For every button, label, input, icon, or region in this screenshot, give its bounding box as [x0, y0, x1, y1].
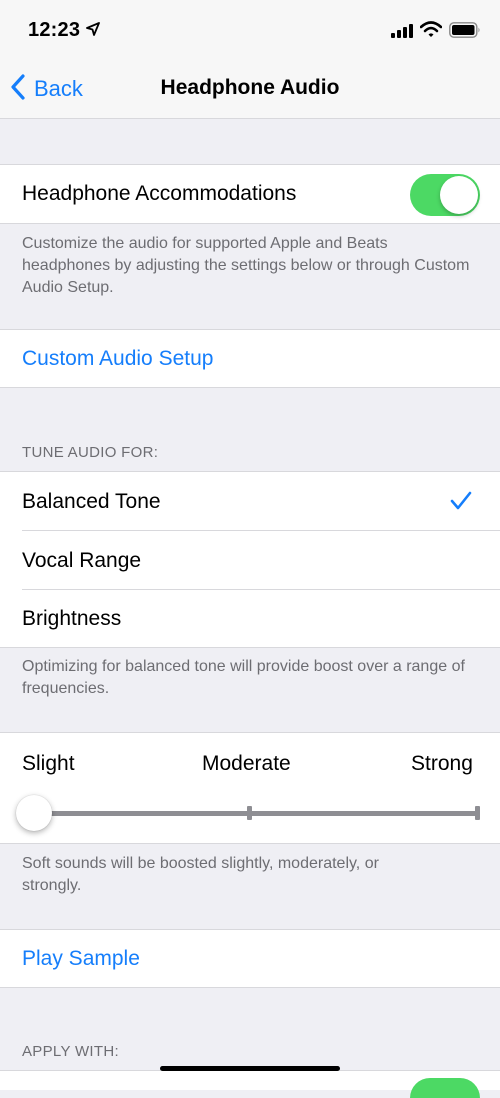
home-indicator[interactable]	[160, 1066, 340, 1071]
option-label: Vocal Range	[22, 549, 142, 572]
slider-tick-strong	[475, 806, 480, 820]
boost-slider-row: Slight Moderate Strong	[0, 732, 500, 844]
headphone-accommodations-row: Headphone Accommodations	[0, 164, 500, 224]
option-vocal-range[interactable]: Vocal Range	[0, 531, 500, 589]
play-sample-row[interactable]: Play Sample	[0, 929, 500, 988]
accommodations-footer: Customize the audio for supported Apple …	[22, 235, 470, 296]
status-time: 12:23	[28, 19, 81, 41]
status-bar: 12:23	[0, 0, 500, 60]
option-brightness[interactable]: Brightness	[0, 590, 500, 648]
headphone-accommodations-label: Headphone Accommodations	[22, 182, 297, 205]
cellular-signal-icon	[391, 24, 413, 43]
boost-footer: Soft sounds will be boosted slightly, mo…	[22, 855, 379, 894]
headphone-accommodations-toggle[interactable]	[410, 174, 480, 216]
page-title: Headphone Audio	[160, 76, 340, 99]
slider-track[interactable]	[34, 811, 480, 816]
checkmark-icon	[450, 491, 472, 516]
location-arrow-icon	[86, 22, 100, 41]
option-label: Brightness	[22, 607, 122, 630]
apply-with-toggle[interactable]	[410, 1078, 480, 1098]
custom-audio-setup-label: Custom Audio Setup	[22, 347, 214, 370]
option-balanced-tone[interactable]: Balanced Tone	[0, 472, 500, 530]
slider-label-slight: Slight	[22, 752, 75, 775]
option-label: Balanced Tone	[22, 490, 161, 513]
tune-footer: Optimizing for balanced tone will provid…	[22, 658, 465, 697]
tune-audio-header: TUNE AUDIO FOR:	[22, 444, 159, 461]
slider-thumb[interactable]	[16, 795, 52, 831]
slider-label-moderate: Moderate	[202, 752, 291, 775]
navigation-bar: Back Headphone Audio	[0, 60, 500, 119]
custom-audio-setup-row[interactable]: Custom Audio Setup	[0, 329, 500, 388]
toggle-knob	[440, 176, 478, 214]
tune-options-group: Balanced Tone Vocal Range Brightness	[0, 471, 500, 648]
slider-tick-moderate	[247, 806, 252, 820]
wifi-icon	[419, 21, 443, 43]
play-sample-label: Play Sample	[22, 947, 140, 970]
slider-label-strong: Strong	[411, 752, 473, 775]
battery-icon	[449, 22, 481, 43]
apply-with-header: APPLY WITH:	[22, 1043, 119, 1060]
